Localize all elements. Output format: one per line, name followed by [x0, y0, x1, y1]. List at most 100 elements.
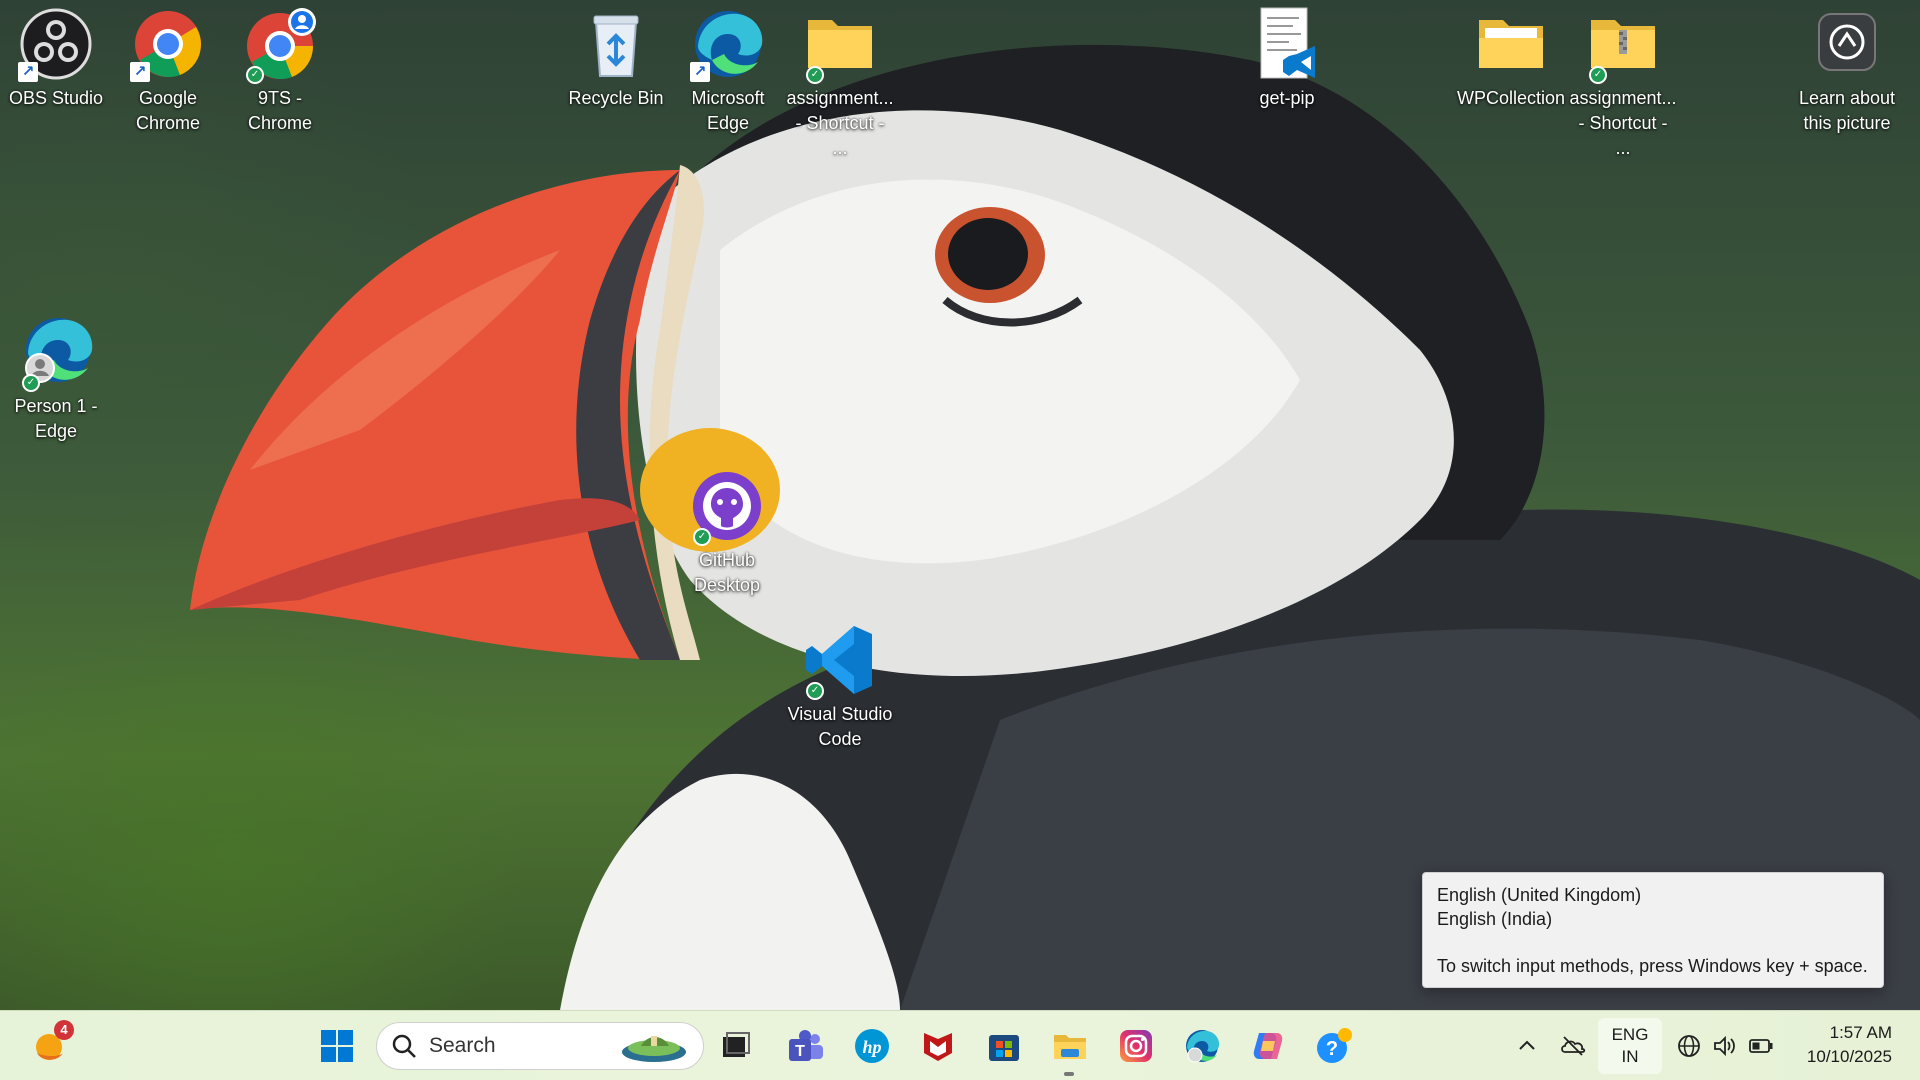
desktop-icon-learn-about-this-picture[interactable]: Learn about this picture	[1793, 6, 1901, 136]
mcafee-icon	[924, 1033, 952, 1061]
region-code: IN	[1621, 1047, 1639, 1066]
camera-icon	[1809, 6, 1885, 82]
desktop-icon-label: Recycle Bin	[568, 88, 664, 108]
file-explorer-icon	[1054, 1035, 1086, 1059]
desktop-icon-label: OBS Studio	[8, 88, 104, 108]
vscode-icon: ✓	[802, 622, 878, 700]
microsoft-store-icon	[989, 1035, 1019, 1061]
desktop[interactable]: ↗ OBS Studio ↗ Google Chrome ✓ 9TS - Chr…	[0, 0, 1920, 1010]
shortcut-arrow-icon: ↗	[130, 62, 150, 82]
instagram-icon	[1120, 1030, 1152, 1062]
folder-icon: ✓	[802, 6, 878, 84]
clock-time: 1:57 AM	[1829, 1023, 1892, 1042]
github-desktop-icon: ✓	[689, 468, 765, 546]
get-help-icon: ?	[1317, 1028, 1352, 1063]
desktop-icon-microsoft-edge[interactable]: ↗ Microsoft Edge	[674, 6, 782, 136]
sync-check-icon: ✓	[246, 66, 264, 84]
onedrive-offline-icon	[1561, 1036, 1586, 1056]
copilot-button[interactable]	[1244, 1022, 1292, 1070]
mcafee-button[interactable]	[914, 1022, 962, 1070]
desktop-icon-label: Visual Studio Code	[787, 704, 893, 749]
clock-button[interactable]: 1:57 AM 10/10/2025	[1807, 1021, 1892, 1069]
copilot-icon	[1253, 1033, 1283, 1059]
desktop-icon-label: Learn about this picture	[1798, 88, 1896, 133]
language-option-india[interactable]: English (India)	[1437, 907, 1869, 931]
desktop-icon-label: get-pip	[1259, 88, 1315, 108]
svg-text:hp: hp	[862, 1037, 881, 1057]
volume-button[interactable]	[1712, 1033, 1738, 1059]
desktop-icon-label: Microsoft Edge	[691, 88, 765, 133]
desktop-icon-github-desktop[interactable]: ✓ GitHub Desktop	[673, 468, 781, 598]
instagram-button[interactable]	[1112, 1022, 1160, 1070]
desktop-icon-label: assignment... - Shortcut - ...	[786, 88, 894, 158]
hp-icon: hp	[855, 1029, 889, 1063]
windows-logo-icon	[321, 1030, 353, 1062]
taskbar: 4 T hp ? ENG	[0, 1010, 1920, 1080]
desktop-icon-9ts-chrome[interactable]: ✓ 9TS - Chrome	[226, 6, 334, 136]
desktop-icon-label: 9TS - Chrome	[247, 88, 313, 133]
desktop-icon-get-pip[interactable]: get-pip	[1233, 6, 1341, 111]
show-hidden-icons-button[interactable]	[1514, 1033, 1540, 1059]
teams-icon: T	[789, 1030, 823, 1061]
search-icon	[392, 1034, 416, 1058]
chevron-up-icon	[1519, 1040, 1535, 1050]
edge-profile-icon: ✓	[18, 314, 94, 392]
clock-date: 10/10/2025	[1806, 1047, 1892, 1066]
task-view-button[interactable]	[712, 1022, 760, 1070]
get-help-button[interactable]: ?	[1310, 1022, 1358, 1070]
sync-check-icon: ✓	[806, 66, 824, 84]
teams-button[interactable]: T	[782, 1022, 830, 1070]
desktop-icon-assignment-zip-shortcut[interactable]: ✓ assignment... - Shortcut - ...	[1569, 6, 1677, 161]
svg-text:T: T	[795, 1043, 805, 1060]
running-indicator	[1064, 1072, 1074, 1076]
edge-taskbar-button[interactable]	[1178, 1022, 1226, 1070]
shortcut-arrow-icon: ↗	[18, 62, 38, 82]
start-button[interactable]	[313, 1022, 361, 1070]
speaker-icon	[1714, 1035, 1735, 1057]
input-switch-hint: To switch input methods, press Windows k…	[1437, 956, 1868, 976]
desktop-icon-google-chrome[interactable]: ↗ Google Chrome	[114, 6, 222, 136]
zip-folder-icon: ✓	[1585, 6, 1661, 84]
python-file-icon	[1249, 6, 1325, 82]
svg-text:?: ?	[1326, 1038, 1338, 1060]
desktop-icon-recycle-bin[interactable]: Recycle Bin	[562, 6, 670, 111]
globe-icon	[1678, 1035, 1700, 1057]
task-view-icon	[723, 1032, 750, 1057]
language-option-uk[interactable]: English (United Kingdom)	[1437, 883, 1869, 907]
chrome-icon: ↗	[130, 6, 206, 82]
sync-check-icon: ✓	[693, 528, 711, 546]
desktop-icon-label: Google Chrome	[135, 88, 201, 133]
widgets-button[interactable]: 4	[24, 1020, 74, 1070]
sync-check-icon: ✓	[806, 682, 824, 700]
taskbar-search-box[interactable]	[376, 1022, 704, 1070]
input-language-indicator[interactable]: ENG IN	[1598, 1018, 1662, 1074]
file-explorer-button[interactable]	[1046, 1022, 1094, 1076]
hp-button[interactable]: hp	[848, 1022, 896, 1070]
edge-icon: ↗	[690, 6, 766, 82]
search-input[interactable]	[427, 1033, 611, 1059]
onedrive-button[interactable]	[1560, 1033, 1586, 1059]
microsoft-store-button[interactable]	[980, 1022, 1028, 1070]
recycle-bin-icon	[578, 6, 654, 82]
sync-check-icon: ✓	[22, 374, 40, 392]
edge-icon	[1186, 1030, 1220, 1063]
battery-button[interactable]	[1748, 1033, 1774, 1059]
desktop-icon-assignment-shortcut[interactable]: ✓ assignment... - Shortcut - ...	[786, 6, 894, 161]
input-language-flyout: English (United Kingdom) English (India)…	[1422, 872, 1884, 988]
desktop-icon-label: GitHub Desktop	[693, 550, 761, 595]
battery-icon	[1749, 1039, 1773, 1053]
obs-icon: ↗	[18, 6, 94, 82]
search-highlight-icon	[622, 1036, 686, 1062]
shortcut-arrow-icon: ↗	[690, 62, 710, 82]
desktop-icon-obs-studio[interactable]: ↗ OBS Studio	[2, 6, 110, 111]
desktop-icon-label: assignment... - Shortcut - ...	[1569, 88, 1677, 158]
language-code: ENG	[1611, 1025, 1649, 1044]
desktop-icon-person-1-edge[interactable]: ✓ Person 1 - Edge	[2, 314, 110, 444]
desktop-icon-visual-studio-code[interactable]: ✓ Visual Studio Code	[786, 622, 894, 752]
widgets-badge: 4	[54, 1020, 74, 1040]
sync-check-icon: ✓	[1589, 66, 1607, 84]
desktop-icon-label: WPCollection	[1456, 88, 1566, 108]
desktop-icon-wpcollection[interactable]: WPCollection	[1457, 6, 1565, 111]
chrome-profile-icon: ✓	[242, 6, 318, 84]
network-button[interactable]	[1676, 1033, 1702, 1059]
